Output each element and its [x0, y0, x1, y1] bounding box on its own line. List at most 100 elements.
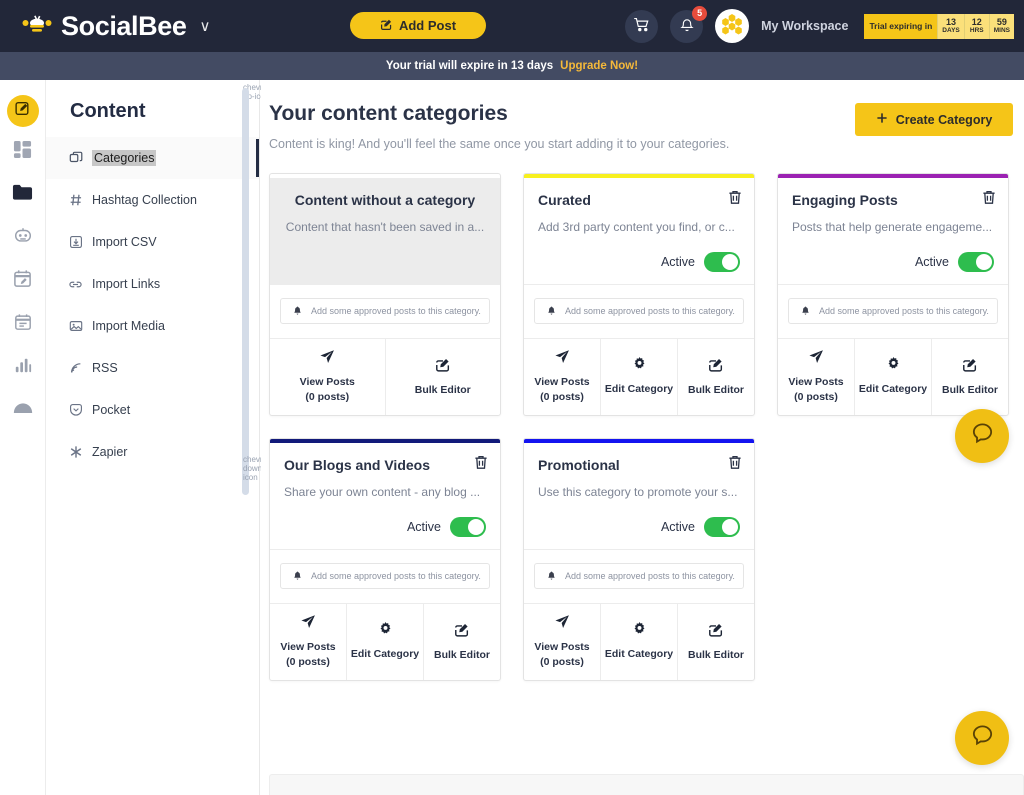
- sidebar-item-categories[interactable]: Categories: [46, 137, 259, 179]
- view-posts-action[interactable]: View Posts (0 posts): [270, 604, 346, 680]
- card-header: Curated Add 3rd party content you find, …: [524, 178, 754, 284]
- category-card-uncategorized[interactable]: Content without a category Content that …: [269, 173, 501, 416]
- bulk-editor-action[interactable]: Bulk Editor: [677, 604, 754, 680]
- paper-plane-icon: [300, 614, 316, 635]
- pencil-square-icon: [708, 357, 724, 378]
- delete-category-button[interactable]: [982, 190, 996, 210]
- bee-logo-icon: [22, 14, 52, 38]
- card-description: Content that hasn't been saved in a...: [285, 220, 485, 234]
- page-subtitle: Content is king! And you'll feel the sam…: [269, 137, 730, 151]
- view-posts-count: (0 posts): [286, 656, 330, 668]
- view-posts-label: View Posts: [788, 376, 844, 388]
- edit-category-label: Edit Category: [604, 648, 674, 660]
- sidebar-item-label: RSS: [92, 361, 118, 375]
- download-box-icon: [68, 235, 83, 249]
- sidebar-item-import-links[interactable]: Import Links: [46, 263, 259, 305]
- upgrade-now-link[interactable]: Upgrade Now!: [560, 60, 638, 72]
- card-notice: Add some approved posts to this category…: [534, 563, 744, 589]
- rail-item-cloud[interactable]: [5, 392, 41, 428]
- edit-category-action[interactable]: Edit Category: [600, 339, 677, 415]
- pocket-icon: [68, 403, 83, 417]
- view-posts-label: View Posts: [534, 641, 590, 653]
- card-notice: Add some approved posts to this category…: [534, 298, 744, 324]
- main-header: Your content categories Content is king!…: [261, 80, 1024, 151]
- sidebar-item-pocket[interactable]: Pocket: [46, 389, 259, 431]
- category-card-promotional[interactable]: Promotional Use this category to promote…: [523, 438, 755, 681]
- rail-item-editor[interactable]: [5, 263, 41, 299]
- view-posts-count: (0 posts): [305, 391, 350, 403]
- card-header: Engaging Posts Posts that help generate …: [778, 178, 1008, 284]
- sidebar-item-label: Import Media: [92, 319, 165, 333]
- card-notice: Add some approved posts to this category…: [788, 298, 998, 324]
- card-header: Content without a category Content that …: [270, 178, 500, 284]
- sidebar-scrollbar[interactable]: [242, 88, 249, 495]
- pencil-square-icon: [435, 357, 451, 378]
- trial-days-value: 13: [946, 17, 957, 27]
- bulk-editor-action[interactable]: Bulk Editor: [677, 339, 754, 415]
- cart-button[interactable]: [625, 9, 659, 43]
- bulk-editor-action[interactable]: Bulk Editor: [384, 339, 501, 415]
- edit-category-action[interactable]: Edit Category: [346, 604, 423, 680]
- sidebar-item-import-media[interactable]: Import Media: [46, 305, 259, 347]
- top-nav-right-group: 5 My Workspace Trial expiring in 13 DAYS…: [625, 0, 1014, 52]
- chat-widget-button-upper[interactable]: [955, 409, 1009, 463]
- bell-icon: [547, 306, 556, 316]
- pencil-square-icon: [380, 18, 393, 34]
- gear-icon: [886, 357, 901, 377]
- workspace-avatar[interactable]: [715, 9, 750, 43]
- view-posts-label: View Posts: [534, 376, 590, 388]
- card-notice-wrapper: Add some approved posts to this category…: [270, 284, 500, 338]
- pencil-square-icon: [962, 357, 978, 378]
- card-active-row: Active: [284, 517, 486, 537]
- view-posts-label: View Posts: [299, 376, 355, 388]
- active-toggle[interactable]: [704, 252, 740, 272]
- view-posts-action[interactable]: View Posts (0 posts): [524, 339, 600, 415]
- delete-category-button[interactable]: [728, 190, 742, 210]
- workspace-name[interactable]: My Workspace: [761, 19, 848, 33]
- chat-bubble-icon: [970, 723, 995, 753]
- active-toggle[interactable]: [450, 517, 486, 537]
- sidebar-item-import-csv[interactable]: Import CSV: [46, 221, 259, 263]
- edit-category-action[interactable]: Edit Category: [600, 604, 677, 680]
- bulk-editor-action[interactable]: Bulk Editor: [423, 604, 500, 680]
- bar-chart-icon: [14, 356, 32, 379]
- edit-category-action[interactable]: Edit Category: [854, 339, 931, 415]
- view-posts-action[interactable]: View Posts (0 posts): [270, 339, 385, 415]
- category-card-curated[interactable]: Curated Add 3rd party content you find, …: [523, 173, 755, 416]
- delete-category-button[interactable]: [474, 455, 488, 475]
- chat-widget-button-lower[interactable]: [955, 711, 1009, 765]
- add-post-label: Add Post: [398, 18, 457, 33]
- create-category-button[interactable]: Create Category: [855, 103, 1013, 136]
- calendar-icon: [14, 313, 32, 336]
- card-active-row: Active: [792, 252, 994, 272]
- view-posts-action[interactable]: View Posts (0 posts): [524, 604, 600, 680]
- active-toggle[interactable]: [704, 517, 740, 537]
- rail-item-content[interactable]: [5, 177, 41, 213]
- rail-item-bot[interactable]: [5, 220, 41, 256]
- sidebar-item-zapier[interactable]: Zapier: [46, 431, 259, 473]
- notifications-button[interactable]: 5: [670, 5, 708, 43]
- view-posts-count: (0 posts): [794, 391, 838, 403]
- add-post-button[interactable]: Add Post: [350, 12, 486, 39]
- bottom-panel: [269, 774, 1024, 795]
- rail-item-dashboard[interactable]: [5, 134, 41, 170]
- delete-category-button[interactable]: [728, 455, 742, 475]
- chevron-down-icon[interactable]: ∨: [199, 17, 210, 35]
- view-posts-action[interactable]: View Posts (0 posts): [778, 339, 854, 415]
- trial-countdown-chip[interactable]: Trial expiring in 13 DAYS 12 HRS 59 MINS: [864, 13, 1014, 39]
- rail-item-calendar[interactable]: [5, 306, 41, 342]
- sidebar-scrollbar-thumb[interactable]: [242, 88, 249, 495]
- bulk-editor-action[interactable]: Bulk Editor: [931, 339, 1008, 415]
- card-notice-wrapper: Add some approved posts to this category…: [270, 549, 500, 603]
- category-card-our-blogs-and-videos[interactable]: Our Blogs and Videos Share your own cont…: [269, 438, 501, 681]
- category-card-engaging-posts[interactable]: Engaging Posts Posts that help generate …: [777, 173, 1009, 416]
- card-active-row: Active: [538, 252, 740, 272]
- paper-plane-icon: [554, 349, 570, 370]
- rail-item-analytics[interactable]: [5, 349, 41, 385]
- sidebar-item-hashtag-collection[interactable]: Hashtag Collection: [46, 179, 259, 221]
- brand-logo[interactable]: SocialBee ∨: [22, 11, 210, 42]
- active-toggle[interactable]: [958, 252, 994, 272]
- sidebar-item-rss[interactable]: RSS: [46, 347, 259, 389]
- rail-item-compose[interactable]: [6, 95, 39, 127]
- trial-mins-value: 59: [996, 17, 1007, 27]
